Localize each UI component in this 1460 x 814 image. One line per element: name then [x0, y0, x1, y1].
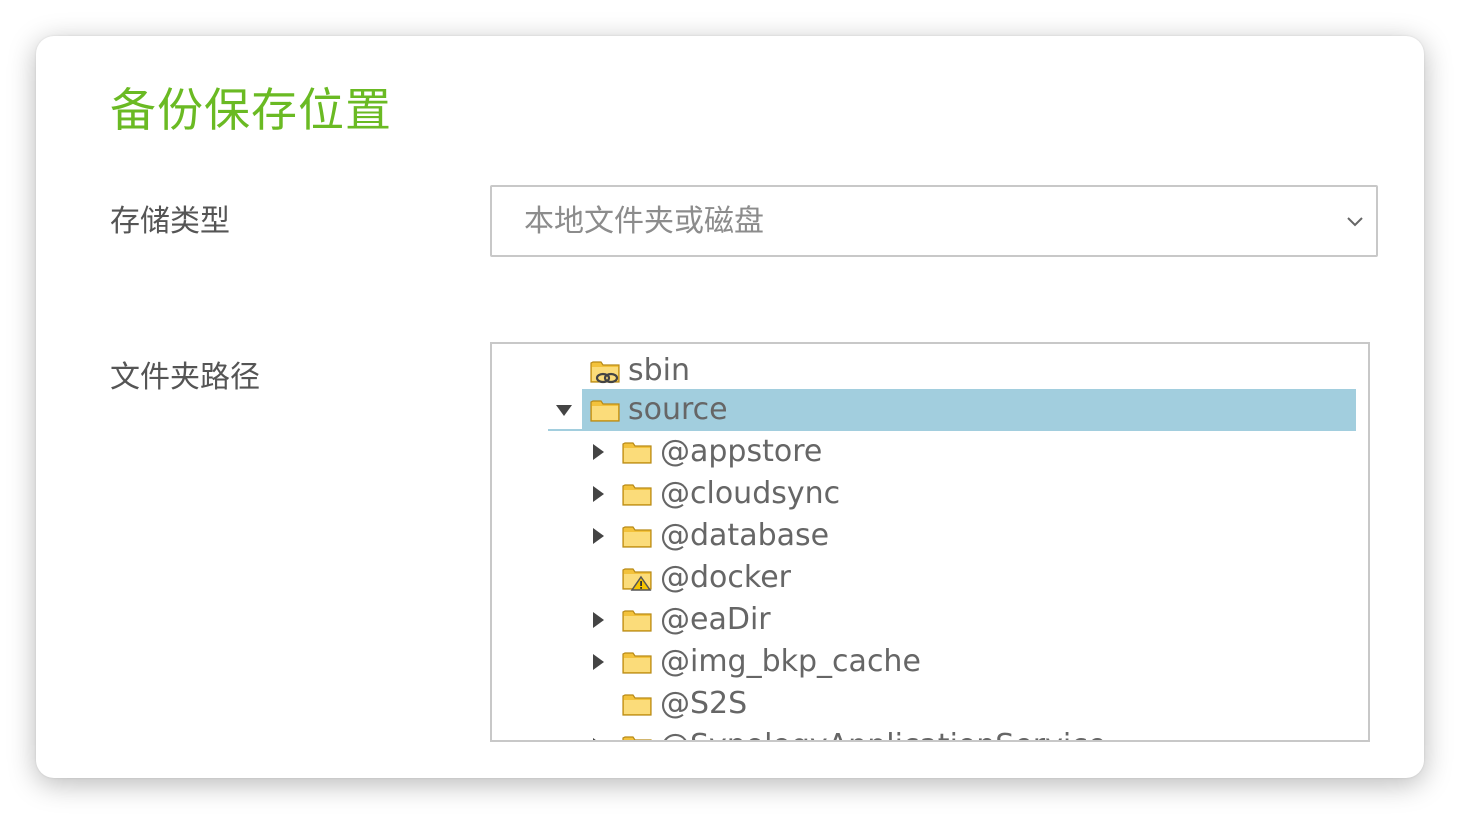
page-title: 备份保存位置 — [110, 83, 392, 137]
tree-node-label: @cloudsync — [660, 476, 841, 511]
backup-destination-panel: 备份保存位置 存储类型 本地文件夹或磁盘 文件夹路径 sbin source @… — [36, 36, 1424, 778]
folder-tree[interactable]: sbin source @appstore @cloudsync @databa… — [490, 342, 1370, 742]
tree-node-label: @img_bkp_cache — [660, 644, 921, 679]
storage-type-label: 存储类型 — [110, 204, 230, 239]
tree-node-eadir[interactable]: @eaDir — [492, 599, 1356, 641]
storage-type-value: 本地文件夹或磁盘 — [524, 204, 764, 239]
tree-node-label: @database — [660, 518, 830, 553]
collapsed-arrow-icon[interactable] — [589, 485, 607, 503]
tree-node-s2s[interactable]: @S2S — [492, 683, 1356, 725]
tree-node-img-bkp-cache[interactable]: @img_bkp_cache — [492, 641, 1356, 683]
tree-node-cloudsync[interactable]: @cloudsync — [492, 473, 1356, 515]
expanded-arrow-icon[interactable] — [555, 401, 573, 419]
tree-node-synology-application-service[interactable]: @SynologyApplicationService — [492, 725, 1356, 742]
folder-warning-icon — [622, 568, 652, 591]
folder-link-icon — [590, 361, 620, 384]
collapsed-arrow-icon[interactable] — [589, 737, 607, 742]
tree-node-sbin[interactable]: sbin — [492, 350, 1356, 392]
collapsed-arrow-icon[interactable] — [589, 527, 607, 545]
folder-icon — [622, 694, 652, 716]
tree-node-label: source — [628, 392, 728, 427]
folder-path-label: 文件夹路径 — [110, 360, 260, 395]
collapsed-arrow-icon[interactable] — [589, 653, 607, 671]
tree-node-label: @eaDir — [660, 602, 771, 637]
folder-icon — [622, 736, 652, 740]
folder-icon — [622, 526, 652, 548]
tree-node-label: @S2S — [660, 686, 748, 721]
tree-node-docker[interactable]: @docker — [492, 557, 1356, 599]
tree-node-label: sbin — [628, 353, 691, 388]
folder-icon — [622, 610, 652, 632]
folder-icon — [622, 442, 652, 464]
folder-icon — [622, 484, 652, 506]
tree-node-label: @SynologyApplicationService — [660, 726, 1106, 740]
tree-node-label: @docker — [660, 560, 791, 595]
tree-node-database[interactable]: @database — [492, 515, 1356, 557]
tree-node-appstore[interactable]: @appstore — [492, 431, 1356, 473]
collapsed-arrow-icon[interactable] — [589, 443, 607, 461]
collapsed-arrow-icon[interactable] — [589, 611, 607, 629]
folder-icon — [622, 652, 652, 674]
tree-node-label: @appstore — [660, 434, 823, 469]
folder-icon — [590, 400, 620, 422]
chevron-down-icon — [1347, 217, 1363, 227]
tree-node-source[interactable]: source — [492, 389, 1356, 431]
storage-type-select[interactable]: 本地文件夹或磁盘 — [490, 185, 1378, 257]
